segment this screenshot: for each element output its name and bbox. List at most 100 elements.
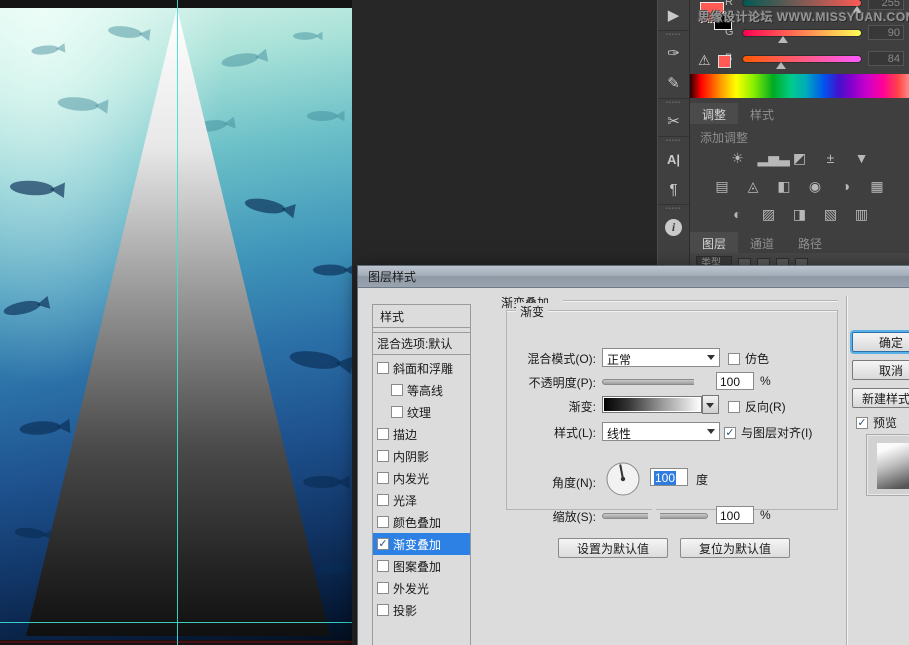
green-slider-row: G 90 <box>734 26 904 40</box>
align-checkbox-checked[interactable]: ✓ <box>724 427 736 439</box>
style-item-label: 内发光 <box>393 470 429 487</box>
threshold-icon[interactable]: ◨ <box>789 205 811 223</box>
adjustments-panel: 调整 样式 添加调整 ☀ ▂▅▃ ◩ ± ▼ ▤ ◬ ◧ ◉ ◑ ▦ ◐ ▨ <box>690 103 909 231</box>
levels-icon[interactable]: ▂▅▃ <box>758 149 780 167</box>
document-canvas[interactable] <box>0 0 352 645</box>
style-item-contour[interactable]: 等高线 <box>373 379 470 401</box>
checkbox[interactable] <box>377 472 389 484</box>
info-panel-icon[interactable]: i <box>658 212 689 242</box>
tab-channels[interactable]: 通道 <box>738 232 786 253</box>
style-item-color-overlay[interactable]: 颜色叠加 <box>373 511 470 533</box>
blue-slider[interactable] <box>742 55 862 63</box>
posterize-icon[interactable]: ▨ <box>758 205 780 223</box>
gamut-warning-icon[interactable]: ⚠ <box>698 52 711 69</box>
brightness-contrast-icon[interactable]: ☀ <box>727 149 749 167</box>
tab-layers[interactable]: 图层 <box>690 232 738 253</box>
dither-checkbox-row[interactable]: 仿色 <box>728 350 769 367</box>
exposure-icon[interactable]: ± <box>820 149 842 167</box>
green-slider-thumb[interactable] <box>778 36 788 43</box>
hue-saturation-icon[interactable]: ▤ <box>711 177 733 195</box>
checkbox[interactable] <box>391 384 403 396</box>
checkbox[interactable] <box>377 582 389 594</box>
style-item-pattern-overlay[interactable]: 图案叠加 <box>373 555 470 577</box>
new-style-button[interactable]: 新建样式... <box>852 388 909 408</box>
checkbox[interactable] <box>377 516 389 528</box>
style-item-label: 描边 <box>393 426 417 443</box>
preview-checkbox-checked[interactable]: ✓ <box>856 417 868 429</box>
play-icon[interactable]: ▶ <box>658 0 689 30</box>
style-item-bevel-emboss[interactable]: 斜面和浮雕 <box>373 357 470 379</box>
style-item-satin[interactable]: 光泽 <box>373 489 470 511</box>
curves-icon[interactable]: ◩ <box>789 149 811 167</box>
reset-default-button[interactable]: 复位为默认值 <box>680 538 790 558</box>
angle-value-field[interactable]: 100 <box>650 468 688 486</box>
color-spectrum-ramp[interactable] <box>690 74 909 98</box>
style-item-texture[interactable]: 纹理 <box>373 401 470 423</box>
channel-mixer-icon[interactable]: ◑ <box>835 177 857 195</box>
checkbox[interactable] <box>377 604 389 616</box>
style-item-stroke[interactable]: 描边 <box>373 423 470 445</box>
cancel-button[interactable]: 取消 <box>852 360 909 380</box>
opacity-label: 不透明度(P): <box>501 374 596 391</box>
checkbox[interactable] <box>377 362 389 374</box>
checkbox[interactable] <box>391 406 403 418</box>
align-checkbox-row[interactable]: ✓ 与图层对齐(I) <box>724 424 812 441</box>
color-lookup-icon[interactable]: ▦ <box>866 177 888 195</box>
blue-slider-thumb[interactable] <box>776 62 786 69</box>
invert-icon[interactable]: ◐ <box>727 205 749 223</box>
checkbox[interactable] <box>377 494 389 506</box>
adjustment-icons-row2: ▤ ◬ ◧ ◉ ◑ ▦ <box>690 177 909 195</box>
opacity-slider[interactable] <box>602 379 702 385</box>
style-item-gradient-overlay[interactable]: ✓ 渐变叠加 <box>373 533 470 555</box>
dialog-titlebar[interactable]: 图层样式 <box>358 266 909 288</box>
ok-button[interactable]: 确定 <box>852 332 909 352</box>
reverse-checkbox[interactable] <box>728 401 740 413</box>
blending-options-item[interactable]: 混合选项:默认 <box>373 332 470 355</box>
gamut-color-swatch[interactable] <box>718 55 731 68</box>
panel-grip[interactable]: ▪▪▪▪▪ <box>658 136 689 144</box>
checkbox[interactable] <box>377 428 389 440</box>
character-panel-icon[interactable]: A| <box>658 144 689 174</box>
vertical-guide[interactable] <box>177 0 178 645</box>
set-default-button[interactable]: 设置为默认值 <box>558 538 668 558</box>
style-item-drop-shadow[interactable]: 投影 <box>373 599 470 621</box>
tab-adjustments[interactable]: 调整 <box>690 103 738 124</box>
style-item-inner-shadow[interactable]: 内阴影 <box>373 445 470 467</box>
reverse-checkbox-row[interactable]: 反向(R) <box>728 398 786 415</box>
selective-color-icon[interactable]: ▥ <box>851 205 873 223</box>
photo-filter-icon[interactable]: ◉ <box>804 177 826 195</box>
clone-source-icon[interactable]: ✎ <box>658 68 689 98</box>
color-balance-icon[interactable]: ◬ <box>742 177 764 195</box>
blend-mode-dropdown[interactable]: 正常 <box>602 348 720 367</box>
paragraph-panel-icon[interactable]: ¶ <box>658 174 689 204</box>
tab-styles[interactable]: 样式 <box>738 103 786 124</box>
panel-grip[interactable]: ▪▪▪▪▪ <box>658 30 689 38</box>
dither-checkbox[interactable] <box>728 353 740 365</box>
tool-presets-icon[interactable]: ✂ <box>658 106 689 136</box>
horizontal-guide[interactable] <box>0 622 352 623</box>
brush-panel-icon[interactable]: ✑ <box>658 38 689 68</box>
style-item-outer-glow[interactable]: 外发光 <box>373 577 470 599</box>
preview-checkbox-row[interactable]: ✓ 预览 <box>856 414 897 431</box>
gradient-swatch[interactable] <box>602 396 702 413</box>
checkbox[interactable] <box>377 450 389 462</box>
tab-paths[interactable]: 路径 <box>786 232 834 253</box>
blue-value[interactable]: 84 <box>868 51 904 66</box>
style-item-label: 颜色叠加 <box>393 514 441 531</box>
checkbox-checked[interactable]: ✓ <box>377 538 389 550</box>
red-slider[interactable] <box>742 0 862 7</box>
green-value[interactable]: 90 <box>868 25 904 40</box>
gradient-dropdown-button[interactable] <box>702 395 719 414</box>
style-item-inner-glow[interactable]: 内发光 <box>373 467 470 489</box>
vibrance-icon[interactable]: ▼ <box>851 149 873 167</box>
gradient-map-icon[interactable]: ▧ <box>820 205 842 223</box>
scale-value-field[interactable]: 100 <box>716 506 754 524</box>
checkbox[interactable] <box>377 560 389 572</box>
angle-dial[interactable] <box>604 460 642 498</box>
black-white-icon[interactable]: ◧ <box>773 177 795 195</box>
green-slider[interactable] <box>742 29 862 37</box>
opacity-value-field[interactable]: 100 <box>716 372 754 390</box>
panel-grip[interactable]: ▪▪▪▪▪ <box>658 204 689 212</box>
style-dropdown[interactable]: 线性 <box>602 422 720 441</box>
panel-grip[interactable]: ▪▪▪▪▪ <box>658 98 689 106</box>
